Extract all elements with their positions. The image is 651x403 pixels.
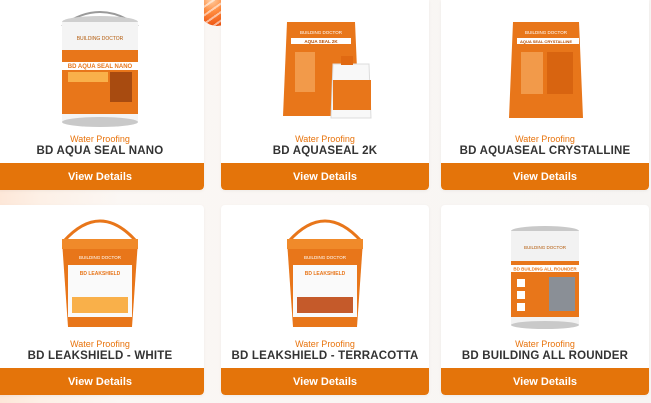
- svg-text:BUILDING DOCTOR: BUILDING DOCTOR: [79, 255, 122, 260]
- product-image[interactable]: BUILDING DOCTOR BD LEAKSHIELD: [0, 205, 204, 333]
- svg-text:BUILDING DOCTOR: BUILDING DOCTOR: [300, 30, 343, 35]
- product-bag-icon: BUILDING DOCTOR AQUA SEAL 2K: [283, 22, 372, 119]
- svg-text:BUILDING DOCTOR: BUILDING DOCTOR: [525, 30, 568, 35]
- view-details-button[interactable]: View Details: [0, 368, 204, 395]
- product-category: Water Proofing: [70, 134, 130, 144]
- svg-text:BD BUILDING ALL ROUNDER: BD BUILDING ALL ROUNDER: [513, 267, 577, 272]
- product-card[interactable]: BUILDING DOCTOR BD BUILDING ALL ROUNDER …: [441, 205, 649, 395]
- product-image[interactable]: BUILDING DOCTOR BD LEAKSHIELD: [221, 205, 429, 333]
- product-card[interactable]: BUILDING DOCTOR BD LEAKSHIELD Water Proo…: [0, 205, 204, 395]
- product-card[interactable]: BUILDING DOCTOR BD AQUA SEAL NANO Water …: [0, 0, 204, 190]
- product-bag-icon: BUILDING DOCTOR AQUA SEAL CRYSTALLINE: [509, 22, 583, 118]
- product-card[interactable]: BUILDING DOCTOR AQUA SEAL 2K Water Proof…: [221, 0, 429, 190]
- product-card[interactable]: BUILDING DOCTOR BD LEAKSHIELD Water Proo…: [221, 205, 429, 395]
- view-details-button[interactable]: View Details: [441, 163, 649, 190]
- paint-pail-icon: BUILDING DOCTOR BD LEAKSHIELD: [287, 219, 363, 327]
- product-title[interactable]: BD AQUASEAL CRYSTALLINE: [441, 145, 649, 157]
- paint-bucket-icon: BUILDING DOCTOR BD AQUA SEAL NANO: [61, 11, 139, 127]
- product-title[interactable]: BD LEAKSHIELD - WHITE: [0, 350, 204, 362]
- view-details-button[interactable]: View Details: [221, 368, 429, 395]
- brand-logo: BUILDING DOCTOR: [77, 36, 124, 42]
- product-category: Water Proofing: [515, 134, 575, 144]
- svg-text:AQUA SEAL 2K: AQUA SEAL 2K: [304, 39, 338, 44]
- view-details-button[interactable]: View Details: [441, 368, 649, 395]
- svg-text:BD LEAKSHIELD: BD LEAKSHIELD: [80, 271, 121, 277]
- view-details-button[interactable]: View Details: [221, 163, 429, 190]
- product-image[interactable]: BUILDING DOCTOR BD AQUA SEAL NANO: [0, 0, 204, 128]
- product-image[interactable]: BUILDING DOCTOR AQUA SEAL CRYSTALLINE: [441, 0, 649, 128]
- svg-text:BUILDING DOCTOR: BUILDING DOCTOR: [524, 245, 567, 250]
- view-details-button[interactable]: View Details: [0, 163, 204, 190]
- product-grid: BUILDING DOCTOR BD AQUA SEAL NANO Water …: [0, 0, 651, 403]
- product-title[interactable]: BD BUILDING ALL ROUNDER: [441, 350, 649, 362]
- product-category: Water Proofing: [295, 339, 355, 349]
- paint-pail-icon: BUILDING DOCTOR BD LEAKSHIELD: [62, 219, 138, 327]
- svg-text:BD LEAKSHIELD: BD LEAKSHIELD: [305, 271, 346, 277]
- product-image[interactable]: BUILDING DOCTOR BD BUILDING ALL ROUNDER: [441, 205, 649, 333]
- product-title[interactable]: BD LEAKSHIELD - TERRACOTTA: [221, 350, 429, 362]
- product-title[interactable]: BD AQUASEAL 2K: [221, 145, 429, 157]
- product-image[interactable]: BUILDING DOCTOR AQUA SEAL 2K: [221, 0, 429, 128]
- product-title[interactable]: BD AQUA SEAL NANO: [0, 145, 204, 157]
- svg-text:BUILDING DOCTOR: BUILDING DOCTOR: [304, 255, 347, 260]
- product-category: Water Proofing: [295, 134, 355, 144]
- product-category: Water Proofing: [70, 339, 130, 349]
- paint-bucket-icon: BUILDING DOCTOR BD BUILDING ALL ROUNDER: [511, 226, 579, 329]
- svg-text:BD AQUA SEAL NANO: BD AQUA SEAL NANO: [68, 64, 133, 70]
- product-category: Water Proofing: [515, 339, 575, 349]
- svg-text:AQUA SEAL CRYSTALLINE: AQUA SEAL CRYSTALLINE: [520, 39, 572, 44]
- product-card[interactable]: BUILDING DOCTOR AQUA SEAL CRYSTALLINE Wa…: [441, 0, 649, 190]
